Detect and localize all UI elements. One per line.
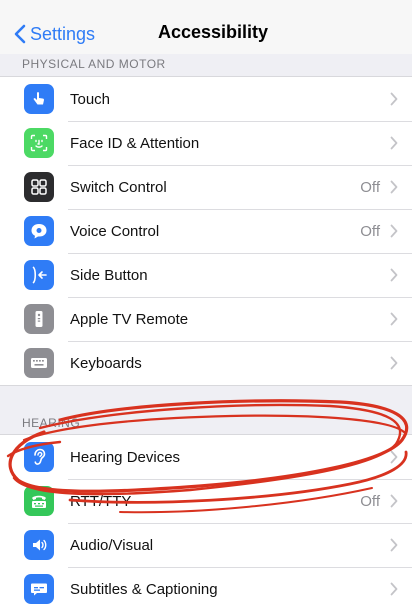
- row-value: Off: [360, 492, 380, 510]
- section-header-physical-motor: PHYSICAL AND MOTOR: [22, 57, 166, 71]
- row-voice-control[interactable]: Voice Control Off: [0, 209, 412, 253]
- row-touch[interactable]: Touch: [0, 77, 412, 121]
- voice-bubble-icon: [24, 216, 54, 246]
- hearing-group: Hearing Devices RTT/TTY Off Audio/Visual…: [0, 434, 412, 608]
- chevron-right-icon: [390, 538, 398, 552]
- row-audio-visual[interactable]: Audio/Visual: [0, 523, 412, 567]
- tty-icon: [24, 486, 54, 516]
- section-header-hearing: HEARING: [22, 416, 81, 430]
- side-button-icon: [24, 260, 54, 290]
- row-side-button[interactable]: Side Button: [0, 253, 412, 297]
- row-hearing-devices[interactable]: Hearing Devices: [0, 435, 412, 479]
- navigation-bar: Settings Accessibility: [0, 0, 412, 54]
- chevron-right-icon: [390, 582, 398, 596]
- accessibility-screen: Settings Accessibility PHYSICAL AND MOTO…: [0, 0, 412, 608]
- switch-grid-icon: [24, 172, 54, 202]
- row-label: Hearing Devices: [70, 448, 181, 466]
- page-title: Accessibility: [157, 22, 269, 42]
- hand-pointer-icon: [24, 84, 54, 114]
- row-rtt-tty[interactable]: RTT/TTY Off: [0, 479, 412, 523]
- row-subtitles-captioning[interactable]: Subtitles & Captioning: [0, 567, 412, 608]
- chevron-right-icon: [390, 180, 398, 194]
- row-value: Off: [360, 222, 380, 240]
- row-label: Subtitles & Captioning: [70, 580, 218, 598]
- chevron-right-icon: [390, 312, 398, 326]
- row-value: Off: [360, 178, 380, 196]
- ear-icon: [24, 442, 54, 472]
- row-label: Side Button: [70, 266, 148, 284]
- captions-icon: [24, 574, 54, 604]
- row-label: Switch Control: [70, 178, 167, 196]
- row-label: Audio/Visual: [70, 536, 154, 554]
- row-label: Keyboards: [70, 354, 142, 372]
- row-switch-control[interactable]: Switch Control Off: [0, 165, 412, 209]
- chevron-right-icon: [390, 268, 398, 282]
- chevron-right-icon: [390, 224, 398, 238]
- row-label: Face ID & Attention: [70, 134, 200, 152]
- row-label: Apple TV Remote: [70, 310, 189, 328]
- chevron-right-icon: [390, 494, 398, 508]
- row-label: Touch: [70, 90, 111, 108]
- chevron-right-icon: [390, 92, 398, 106]
- row-label: Voice Control: [70, 222, 160, 240]
- row-apple-tv-remote[interactable]: Apple TV Remote: [0, 297, 412, 341]
- chevron-right-icon: [390, 450, 398, 464]
- remote-icon: [24, 304, 54, 334]
- chevron-right-icon: [390, 136, 398, 150]
- row-label: RTT/TTY: [70, 492, 132, 510]
- keyboard-icon: [24, 348, 54, 378]
- row-face-id[interactable]: Face ID & Attention: [0, 121, 412, 165]
- face-id-icon: [24, 128, 54, 158]
- speaker-icon: [24, 530, 54, 560]
- row-keyboards[interactable]: Keyboards: [0, 341, 412, 385]
- chevron-right-icon: [390, 356, 398, 370]
- physical-motor-group: Touch Face ID & Attention Switch Control…: [0, 76, 412, 386]
